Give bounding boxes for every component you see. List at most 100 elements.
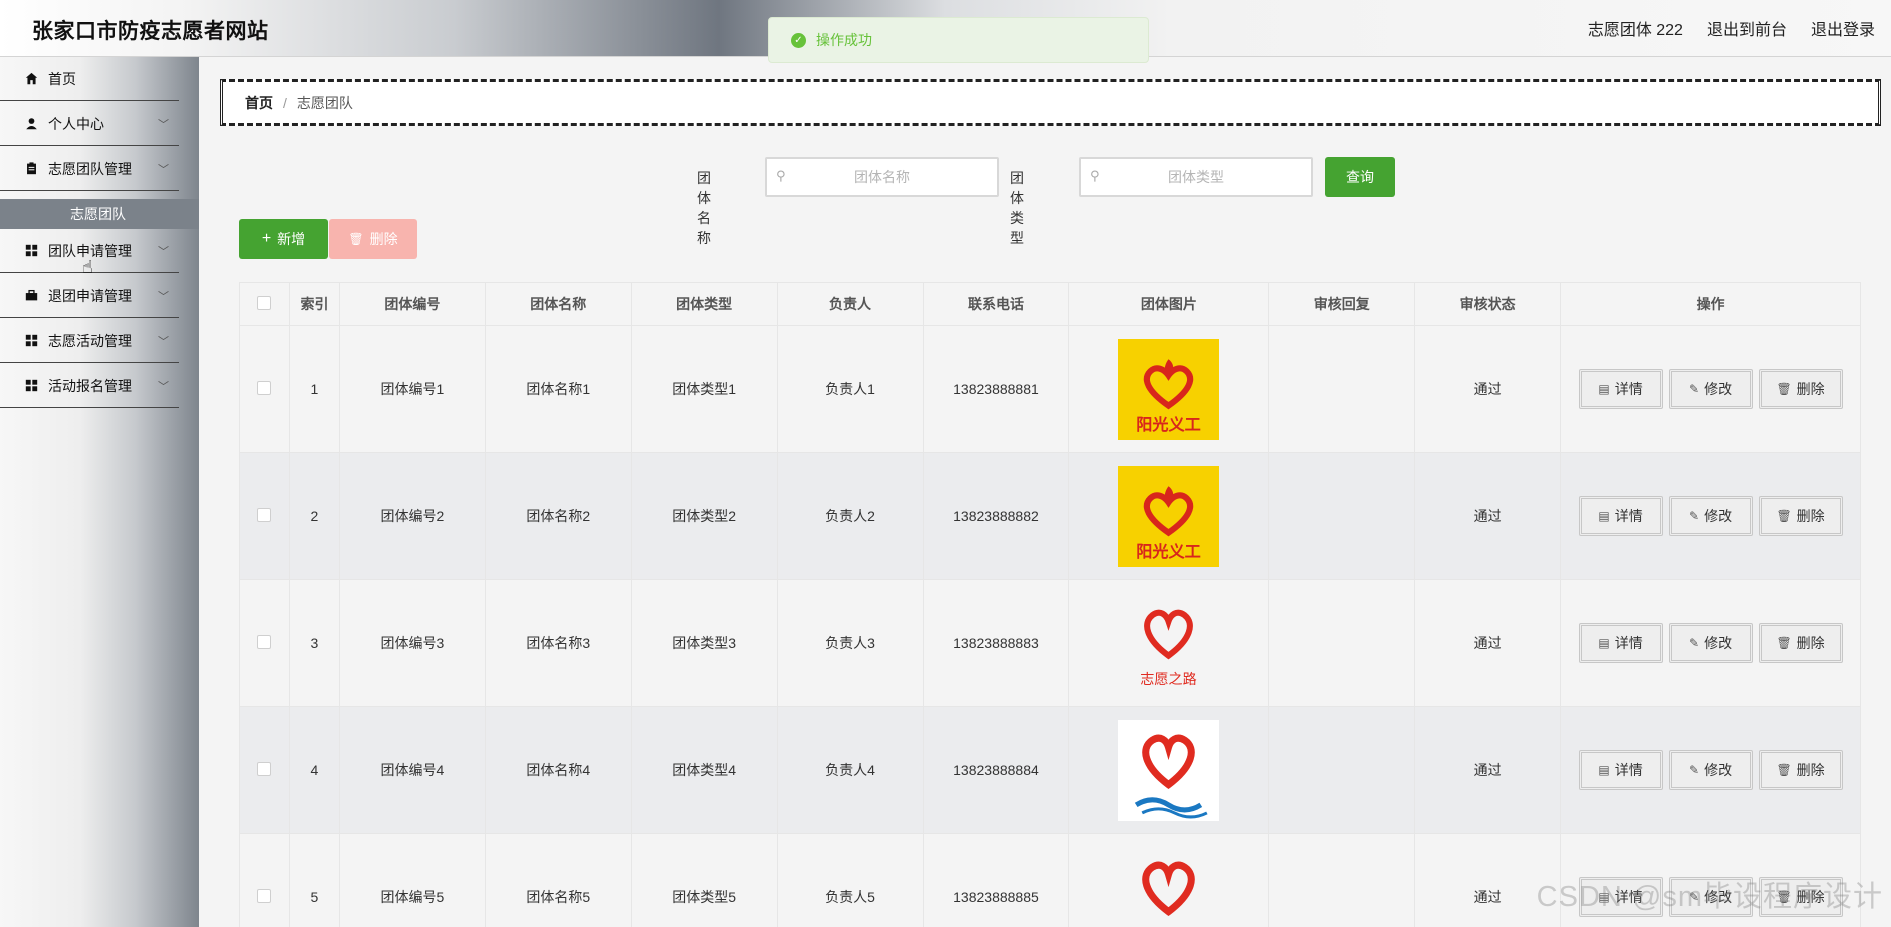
row-checkbox[interactable] [257, 634, 272, 649]
breadcrumb-home[interactable]: 首页 [245, 93, 273, 113]
add-button[interactable]: + 新增 [239, 219, 328, 259]
cell-code: 团体编号3 [338, 579, 486, 707]
delete-button[interactable]: 🗑 删除 [1758, 750, 1843, 790]
toast-message: 操作成功 [816, 32, 872, 48]
cell-image: 志愿之路 [1068, 579, 1270, 707]
pencil-icon: ✎ [1689, 509, 1700, 523]
delete-button[interactable]: 🗑 删除 [1758, 623, 1843, 663]
detail-button[interactable]: ▤ 详情 [1578, 623, 1663, 663]
heart-wave-logo [1118, 719, 1220, 821]
query-button[interactable]: 查询 [1325, 157, 1395, 197]
table-row: 4 团体编号4 团体名称4 团体类型4 负责人4 13823888884 通过 … [239, 706, 1861, 834]
document-icon: ▤ [1598, 382, 1610, 396]
sidebar-item-quit-application[interactable]: 退团申请管理 ﹀ [0, 274, 179, 318]
row-checkbox[interactable] [257, 761, 272, 776]
cell-code: 团体编号2 [338, 452, 486, 580]
sunshine-volunteer-logo: 阳光义工 [1118, 465, 1220, 567]
team-type-input[interactable]: ⚲ 团体类型 [1079, 157, 1313, 197]
chevron-down-icon: ﹀ [158, 164, 169, 176]
chevron-down-icon: ﹀ [158, 381, 169, 393]
cell-code: 团体编号5 [338, 833, 486, 927]
cell-leader: 负责人1 [776, 325, 924, 453]
cell-name: 团体名称3 [484, 579, 632, 707]
sidebar-item-label: 退团申请管理 [48, 287, 132, 304]
select-all-checkbox-cell[interactable] [239, 282, 290, 326]
row-checkbox[interactable] [257, 380, 272, 395]
cell-type: 团体类型2 [630, 452, 778, 580]
cell-name: 团体名称4 [484, 706, 632, 834]
cell-phone: 13823888882 [922, 452, 1070, 580]
detail-button[interactable]: ▤ 详情 [1578, 750, 1663, 790]
chevron-down-icon: ﹀ [158, 119, 169, 131]
team-name-label: 团体名称 [697, 170, 711, 246]
select-all-checkbox[interactable] [257, 295, 272, 310]
current-user: 志愿团体 222 [1587, 22, 1683, 39]
cell-phone: 13823888885 [922, 833, 1070, 927]
sidebar-item-signup-management[interactable]: 活动报名管理 ﹀ [0, 364, 179, 408]
detail-button[interactable]: ▤ 详情 [1578, 496, 1663, 536]
header-index: 索引 [288, 282, 340, 326]
briefcase-icon [24, 289, 38, 303]
edit-button[interactable]: ✎ 修改 [1668, 369, 1753, 409]
row-checkbox[interactable] [257, 888, 272, 903]
breadcrumb: 首页 / 志愿团队 [220, 79, 1881, 126]
sidebar-item-personal-center[interactable]: 个人中心 ﹀ [0, 102, 179, 146]
header-actions: 志愿团体 222 退出到前台 退出登录 [1588, 16, 1875, 40]
cell-type: 团体类型1 [630, 325, 778, 453]
volunteer-heart-logo: 志愿之路 [1118, 592, 1220, 694]
edit-button[interactable]: ✎ 修改 [1668, 496, 1753, 536]
team-name-input[interactable]: ⚲ 团体名称 [765, 157, 999, 197]
table-row: 2 团体编号2 团体名称2 团体类型2 负责人2 13823888882 阳光义… [239, 452, 1861, 580]
exit-to-front-link[interactable]: 退出到前台 [1707, 16, 1787, 40]
cell-status: 通过 [1414, 706, 1562, 834]
check-circle-icon: ✓ [791, 32, 806, 48]
header-reply: 审核回复 [1268, 282, 1416, 326]
cell-code: 团体编号1 [338, 325, 486, 453]
table-header-row: 索引 团体编号 团体名称 团体类型 负责人 联系电话 团体图片 审核回复 审核状… [239, 282, 1861, 326]
svg-text:志愿之路: 志愿之路 [1141, 671, 1198, 687]
sidebar-item-label: 志愿活动管理 [48, 332, 132, 349]
sidebar-item-label: 首页 [48, 70, 76, 87]
edit-button[interactable]: ✎ 修改 [1668, 750, 1753, 790]
cell-leader: 负责人2 [776, 452, 924, 580]
detail-button[interactable]: ▤ 详情 [1578, 369, 1663, 409]
cell-image [1068, 833, 1270, 927]
cell-image: 阳光义工 [1068, 325, 1270, 453]
row-checkbox[interactable] [257, 507, 272, 522]
logout-link[interactable]: 退出登录 [1811, 16, 1875, 40]
pencil-icon: ✎ [1689, 636, 1700, 650]
team-name-placeholder: 团体名称 [854, 169, 910, 185]
pencil-icon: ✎ [1689, 763, 1700, 777]
cell-name: 团体名称5 [484, 833, 632, 927]
sidebar-item-activity-management[interactable]: 志愿活动管理 ﹀ [0, 319, 179, 363]
cell-phone: 13823888883 [922, 579, 1070, 707]
sidebar-item-home[interactable]: 首页 [0, 57, 179, 101]
svg-text:阳光义工: 阳光义工 [1137, 541, 1202, 560]
sidebar: 首页 个人中心 ﹀ 志愿团队管理 ﹀ 志愿团队 团队申请管理 ﹀ 退团申请管理 … [0, 57, 199, 927]
batch-delete-button[interactable]: 🗑 删除 [329, 219, 417, 259]
cell-leader: 负责人3 [776, 579, 924, 707]
edit-button[interactable]: ✎ 修改 [1668, 623, 1753, 663]
cell-index: 3 [288, 579, 340, 707]
search-icon: ⚲ [1090, 168, 1100, 183]
delete-button[interactable]: 🗑 删除 [1758, 496, 1843, 536]
table-row: 3 团体编号3 团体名称3 团体类型3 负责人3 13823888883 志愿之… [239, 579, 1861, 707]
cell-reply [1268, 579, 1416, 707]
cell-index: 2 [288, 452, 340, 580]
sidebar-subitem-volunteer-team[interactable]: 志愿团队 [0, 199, 199, 229]
breadcrumb-separator: / [283, 94, 287, 111]
sidebar-item-team-management[interactable]: 志愿团队管理 ﹀ [0, 147, 179, 191]
cell-reply [1268, 325, 1416, 453]
header-actions: 操作 [1560, 282, 1861, 326]
csdn-watermark: CSDN @sm毕设程序设计 [1536, 881, 1883, 913]
hand-pointer-icon: ☝ [82, 257, 93, 277]
heart-hand-logo [1142, 861, 1196, 916]
cell-type: 团体类型4 [630, 706, 778, 834]
user-icon [24, 117, 38, 131]
cell-type: 团体类型3 [630, 579, 778, 707]
cell-status: 通过 [1414, 579, 1562, 707]
header-name: 团体名称 [484, 282, 632, 326]
trash-icon: 🗑 [348, 232, 364, 246]
grid-icon [24, 379, 38, 393]
delete-button[interactable]: 🗑 删除 [1758, 369, 1843, 409]
